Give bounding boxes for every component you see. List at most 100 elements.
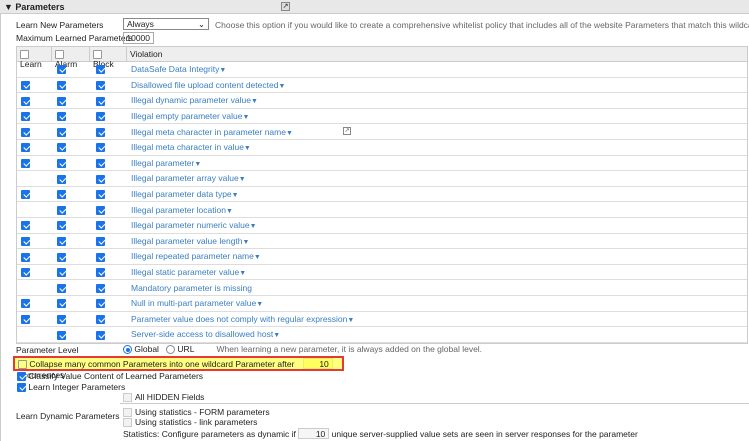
violation-name[interactable]: Parameter value does not comply with reg… [131,314,347,324]
alarm-checkbox[interactable] [57,96,66,106]
learn-checkbox[interactable] [21,190,30,200]
violation-name[interactable]: Illegal parameter array value [131,173,239,183]
alarm-checkbox[interactable] [57,330,66,340]
block-checkbox[interactable] [96,299,105,309]
alarm-header[interactable]: Alarm [52,47,90,69]
block-header[interactable]: Block [90,47,127,69]
learn-checkbox[interactable] [21,112,30,122]
caret-down-icon[interactable]: ▼ [243,239,250,246]
learn-checkbox[interactable] [21,81,30,91]
caret-down-icon[interactable]: ▼ [278,83,285,90]
alarm-checkbox[interactable] [57,127,66,137]
violation-name[interactable]: Mandatory parameter is missing [131,283,252,293]
block-checkbox[interactable] [96,112,105,122]
alarm-checkbox[interactable] [57,143,66,153]
url-radio[interactable] [166,345,176,355]
learn-checkbox[interactable] [21,96,30,106]
violation-cell[interactable]: Illegal parameter value length▼ [127,236,747,246]
violation-name[interactable]: Illegal empty parameter value [131,111,243,121]
violation-cell[interactable]: Mandatory parameter is missing [127,283,747,293]
max-learned-input[interactable]: 10000 [123,32,154,44]
violation-name[interactable]: Illegal repeated parameter name [131,251,254,261]
violation-cell[interactable]: Server-side access to disallowed host▼ [127,329,747,339]
alarm-checkbox[interactable] [57,112,66,122]
caret-down-icon[interactable]: ▼ [286,130,293,137]
violation-name[interactable]: Illegal parameter location [131,205,226,215]
learn-checkbox[interactable] [21,299,30,309]
dynamic-link-checkbox[interactable] [123,418,132,428]
violation-cell[interactable]: Illegal meta character in value▼ [127,142,747,152]
violation-cell[interactable]: DataSafe Data Integrity▼ [127,64,747,74]
learn-new-select[interactable]: Always ⌄ [123,18,209,30]
violation-cell[interactable]: Illegal parameter numeric value▼ [127,220,747,230]
stats-input[interactable]: 10 [298,428,330,439]
violation-cell[interactable]: Illegal parameter data type▼ [127,189,747,199]
block-checkbox[interactable] [96,143,105,153]
block-checkbox[interactable] [96,81,105,91]
block-all-checkbox[interactable] [93,50,102,60]
alarm-checkbox[interactable] [57,252,66,262]
global-radio[interactable] [123,345,132,355]
violation-cell[interactable]: Illegal static parameter value▼ [127,267,747,277]
block-checkbox[interactable] [96,96,105,106]
violation-cell[interactable]: Illegal parameter array value▼ [127,173,747,183]
caret-down-icon[interactable]: ▼ [243,114,250,121]
caret-down-icon[interactable]: ▼ [226,208,233,215]
caret-down-icon[interactable]: ▼ [232,192,239,199]
violation-name[interactable]: Illegal parameter [131,158,194,168]
violation-cell[interactable]: Illegal parameter location▼ [127,205,747,215]
alarm-checkbox[interactable] [57,81,66,91]
block-checkbox[interactable] [96,205,105,215]
collapse-checkbox[interactable] [18,360,27,370]
caret-down-icon[interactable]: ▼ [256,301,263,308]
alarm-checkbox[interactable] [57,190,66,200]
caret-down-icon[interactable]: ▼ [194,161,201,168]
caret-down-icon[interactable]: ▼ [254,254,261,261]
block-checkbox[interactable] [96,268,105,278]
violation-name[interactable]: Illegal meta character in value [131,142,244,152]
block-checkbox[interactable] [96,283,105,293]
caret-down-icon[interactable]: ▼ [251,98,258,105]
classify-checkbox[interactable] [17,372,26,382]
caret-down-icon[interactable]: ▼ [244,145,251,152]
learn-checkbox[interactable] [21,143,30,153]
learn-checkbox[interactable] [21,158,30,168]
caret-down-icon[interactable]: ▼ [347,317,354,324]
learn-checkbox[interactable] [21,127,30,137]
violation-name[interactable]: Null in multi-part parameter value [131,298,256,308]
expand-icon[interactable]: ↗ [281,2,290,11]
alarm-checkbox[interactable] [57,236,66,246]
learn-integer-checkbox[interactable] [17,383,26,393]
violation-name[interactable]: Illegal static parameter value [131,267,239,277]
block-checkbox[interactable] [96,158,105,168]
alarm-checkbox[interactable] [57,158,66,168]
learn-checkbox[interactable] [21,252,30,262]
learn-checkbox[interactable] [21,314,30,324]
alarm-checkbox[interactable] [57,283,66,293]
violation-cell[interactable]: Parameter value does not comply with reg… [127,314,747,324]
block-checkbox[interactable] [96,221,105,231]
violation-name[interactable]: Illegal parameter value length [131,236,243,246]
violation-name[interactable]: Illegal parameter data type [131,189,232,199]
violation-cell[interactable]: Disallowed file upload content detected▼ [127,80,747,90]
caret-down-icon[interactable]: ▼ [250,223,257,230]
learn-all-checkbox[interactable] [20,50,29,60]
block-checkbox[interactable] [96,190,105,200]
violation-cell[interactable]: Illegal dynamic parameter value▼ [127,95,747,105]
external-link-icon[interactable]: ↗ [343,126,351,135]
learn-header[interactable]: Learn [17,47,52,69]
alarm-checkbox[interactable] [57,314,66,324]
caret-down-icon[interactable]: ▼ [239,176,246,183]
alarm-checkbox[interactable] [57,299,66,309]
block-checkbox[interactable] [96,174,105,184]
violation-cell[interactable]: Illegal repeated parameter name▼ [127,251,747,261]
caret-down-icon[interactable]: ▼ [273,332,280,339]
learn-checkbox[interactable] [21,221,30,231]
caret-down-icon[interactable]: ▼ [219,67,226,74]
violation-name[interactable]: Illegal dynamic parameter value [131,95,251,105]
block-checkbox[interactable] [96,127,105,137]
block-checkbox[interactable] [96,65,105,75]
block-checkbox[interactable] [96,252,105,262]
collapse-input[interactable]: 10 [302,358,333,369]
violation-name[interactable]: Illegal meta character in parameter name [131,127,286,137]
